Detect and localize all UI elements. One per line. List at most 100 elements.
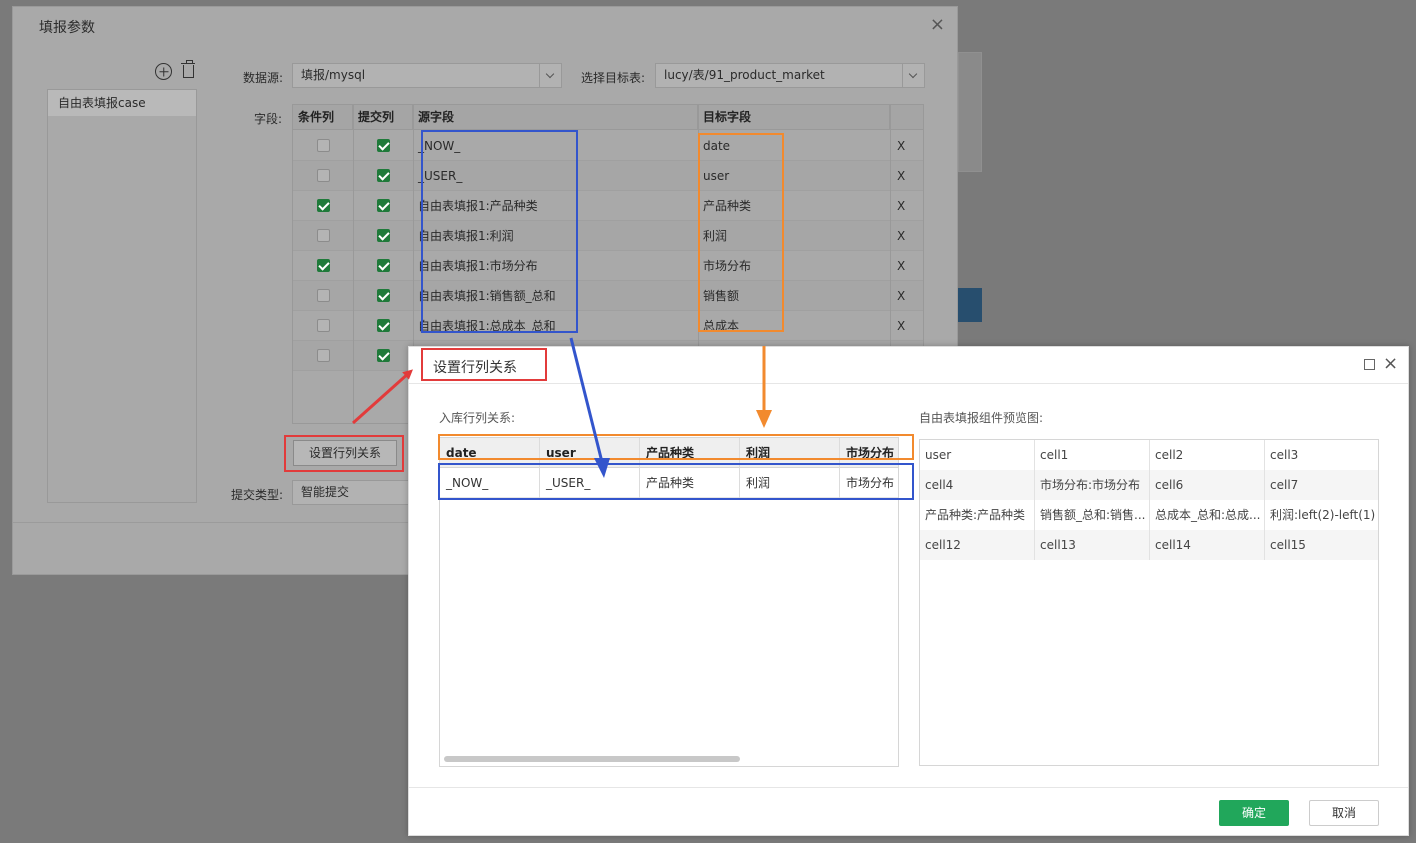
grid-header-cell[interactable]: user: [540, 438, 640, 468]
preview-cell[interactable]: cell7: [1265, 470, 1380, 500]
preview-cell[interactable]: cell1: [1035, 440, 1150, 470]
grid-cell[interactable]: _NOW_: [440, 468, 540, 498]
delete-row-button[interactable]: X: [892, 281, 923, 311]
header-action: [890, 105, 923, 130]
preview-cell[interactable]: cell14: [1150, 530, 1265, 560]
target-field-cell[interactable]: date: [698, 131, 890, 161]
submit-checkbox[interactable]: [377, 259, 390, 272]
add-icon[interactable]: [155, 63, 172, 80]
condition-checkbox[interactable]: [317, 139, 330, 152]
source-field-cell[interactable]: _USER_: [413, 161, 698, 191]
target-field-cell[interactable]: 产品种类: [698, 191, 890, 221]
grid-cell[interactable]: 利润: [740, 468, 840, 498]
grid-cell[interactable]: _USER_: [540, 468, 640, 498]
grid-header-cell[interactable]: date: [440, 438, 540, 468]
delete-row-button[interactable]: X: [892, 191, 923, 221]
preview-cell[interactable]: 总成本_总和:总成...: [1150, 500, 1265, 530]
preview-grid: user cell1 cell2 cell3 cell4 市场分布:市场分布 cell6 ce…: [919, 439, 1379, 766]
set-relation-button[interactable]: 设置行列关系: [293, 440, 397, 466]
submit-checkbox[interactable]: [377, 319, 390, 332]
preview-cell[interactable]: 销售额_总和:销售...: [1035, 500, 1150, 530]
grid-header-row: date user 产品种类 利润 市场分布: [440, 438, 898, 468]
condition-checkbox[interactable]: [317, 229, 330, 242]
preview-cell[interactable]: cell4: [920, 470, 1035, 500]
preview-cell[interactable]: cell13: [1035, 530, 1150, 560]
target-field-cell[interactable]: user: [698, 161, 890, 191]
ok-button[interactable]: 确定: [1219, 800, 1289, 826]
grid-header-cell[interactable]: 利润: [740, 438, 840, 468]
preview-cell[interactable]: cell15: [1265, 530, 1380, 560]
condition-checkbox[interactable]: [317, 349, 330, 362]
fields-label: 字段:: [254, 112, 283, 126]
submit-checkbox[interactable]: [377, 229, 390, 242]
target-table-label: 选择目标表:: [581, 71, 646, 85]
submit-type-label: 提交类型:: [231, 488, 284, 502]
target-field-cell[interactable]: 销售额: [698, 281, 890, 311]
source-field-cell[interactable]: 自由表填报1:产品种类: [413, 191, 698, 221]
grid-cell[interactable]: 产品种类: [640, 468, 740, 498]
grid-cell[interactable]: 市场分布: [840, 468, 898, 498]
preview-cell[interactable]: 市场分布:市场分布: [1035, 470, 1150, 500]
close-icon[interactable]: ×: [1383, 353, 1398, 374]
target-table-value: lucy/表/91_product_market: [664, 68, 825, 82]
preview-cell[interactable]: cell12: [920, 530, 1035, 560]
preview-cell[interactable]: cell3: [1265, 440, 1380, 470]
condition-checkbox[interactable]: [317, 289, 330, 302]
source-field-cell[interactable]: 自由表填报1:销售额_总和: [413, 281, 698, 311]
close-icon[interactable]: ×: [930, 14, 945, 35]
target-table-select[interactable]: lucy/表/91_product_market: [655, 63, 925, 88]
header-submit: 提交列: [353, 105, 413, 130]
submit-checkbox[interactable]: [377, 349, 390, 362]
preview-cell[interactable]: cell2: [1150, 440, 1265, 470]
delete-row-button[interactable]: X: [892, 221, 923, 251]
condition-checkbox[interactable]: [317, 169, 330, 182]
delete-row-button[interactable]: X: [892, 161, 923, 191]
maximize-icon[interactable]: [1364, 359, 1375, 370]
source-field-cell[interactable]: 自由表填报1:市场分布: [413, 251, 698, 281]
grid-header-cell[interactable]: 市场分布: [840, 438, 898, 468]
divider: [409, 383, 1408, 384]
chevron-down-icon[interactable]: [902, 64, 924, 87]
trash-icon[interactable]: [181, 60, 195, 78]
preview-cell[interactable]: 利润:left(2)-left(1): [1265, 500, 1380, 530]
submit-checkbox[interactable]: [377, 289, 390, 302]
submit-checkbox[interactable]: [377, 199, 390, 212]
target-field-cell[interactable]: 总成本: [698, 311, 890, 341]
storage-relation-label: 入库行列关系:: [439, 411, 516, 425]
grid-header-cell[interactable]: 产品种类: [640, 438, 740, 468]
preview-cell[interactable]: user: [920, 440, 1035, 470]
datasource-select[interactable]: 填报/mysql: [292, 63, 562, 88]
submit-type-value: 智能提交: [301, 485, 350, 499]
target-field-cell[interactable]: 市场分布: [698, 251, 890, 281]
cancel-button[interactable]: 取消: [1309, 800, 1379, 826]
submit-checkbox[interactable]: [377, 169, 390, 182]
submit-type-select[interactable]: 智能提交: [292, 480, 412, 505]
table-row: 自由表填报1:销售额_总和 销售额 X: [293, 281, 923, 311]
preview-cell[interactable]: cell6: [1150, 470, 1265, 500]
source-field-cell[interactable]: 自由表填报1:总成本_总和: [413, 311, 698, 341]
preview-label: 自由表填报组件预览图:: [919, 411, 1044, 425]
condition-checkbox[interactable]: [317, 319, 330, 332]
column-divider: [353, 105, 354, 423]
table-row: 自由表填报1:产品种类 产品种类 X: [293, 191, 923, 221]
table-row: 自由表填报1:市场分布 市场分布 X: [293, 251, 923, 281]
dialog-title: 设置行列关系: [433, 360, 517, 376]
config-list-item[interactable]: 自由表填报case: [48, 90, 196, 116]
condition-checkbox[interactable]: [317, 199, 330, 212]
table-row: _USER_ user X: [293, 161, 923, 191]
target-field-cell[interactable]: 利润: [698, 221, 890, 251]
relation-grid: date user 产品种类 利润 市场分布 _NOW_ _USER_ 产品种类 利润 市场分布: [439, 437, 899, 767]
config-list: 自由表填报case: [47, 89, 197, 503]
submit-checkbox[interactable]: [377, 139, 390, 152]
delete-row-button[interactable]: X: [892, 311, 923, 341]
delete-row-button[interactable]: X: [892, 251, 923, 281]
chevron-down-icon[interactable]: [539, 64, 561, 87]
preview-cell[interactable]: 产品种类:产品种类: [920, 500, 1035, 530]
delete-row-button[interactable]: X: [892, 131, 923, 161]
source-field-cell[interactable]: _NOW_: [413, 131, 698, 161]
source-field-cell[interactable]: 自由表填报1:利润: [413, 221, 698, 251]
table-row: _NOW_ date X: [293, 131, 923, 161]
condition-checkbox[interactable]: [317, 259, 330, 272]
header-source: 源字段: [413, 105, 698, 130]
horizontal-scrollbar[interactable]: [444, 756, 740, 762]
